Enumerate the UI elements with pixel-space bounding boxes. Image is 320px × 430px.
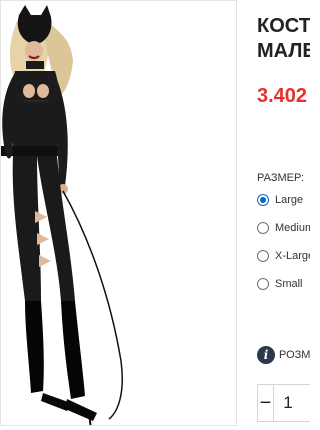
size-option-x-large[interactable]: X-Large xyxy=(257,248,310,264)
product-title-line-1: КОСТЮМ xyxy=(257,15,310,37)
quantity-input[interactable] xyxy=(274,393,302,413)
product-info-panel: КОСТЮМ МАЛЕНЬКОЙ 3.402 РАЗМЕР: Large Med… xyxy=(247,0,310,430)
product-title: КОСТЮМ МАЛЕНЬКОЙ xyxy=(257,14,310,64)
radio-large[interactable] xyxy=(257,194,269,206)
size-chart-link[interactable]: i РОЗМЕРЫ xyxy=(257,346,310,364)
radio-medium[interactable] xyxy=(257,222,269,234)
radio-small[interactable] xyxy=(257,278,269,290)
size-option-large[interactable]: Large xyxy=(257,192,310,208)
size-option-label: Large xyxy=(275,194,304,206)
radio-x-large[interactable] xyxy=(257,250,269,262)
product-price: 3.402 xyxy=(257,85,308,107)
size-option-label: X-Large xyxy=(275,250,310,262)
info-icon: i xyxy=(257,346,275,364)
product-title-line-2: МАЛЕНЬКОЙ xyxy=(257,40,310,62)
costume-photo xyxy=(1,5,123,425)
quantity-stepper: − xyxy=(257,384,310,422)
size-option-label: Medium xyxy=(275,222,310,234)
size-option-small[interactable]: Small xyxy=(257,276,310,292)
size-label: РАЗМЕР: xyxy=(257,172,305,184)
size-option-medium[interactable]: Medium xyxy=(257,220,310,236)
quantity-decrease-button[interactable]: − xyxy=(258,385,274,421)
size-chart-label: РОЗМЕРЫ xyxy=(279,349,310,361)
product-image[interactable] xyxy=(0,0,237,426)
size-option-label: Small xyxy=(275,278,303,290)
